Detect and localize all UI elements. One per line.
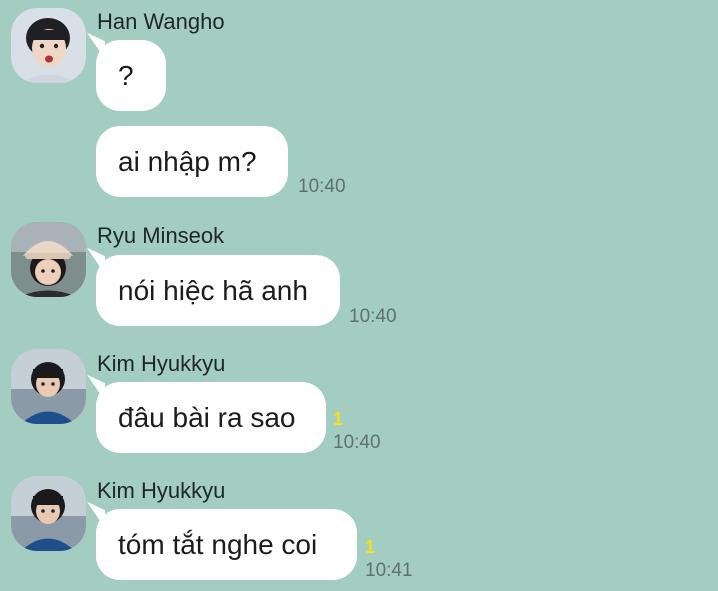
person-avatar-icon bbox=[11, 8, 86, 83]
message-bubble[interactable]: tóm tắt nghe coi bbox=[96, 509, 357, 580]
avatar-kim-hyukkyu[interactable] bbox=[11, 476, 86, 551]
message-bubble[interactable]: ai nhập m? bbox=[96, 126, 288, 197]
avatar-kim-hyukkyu[interactable] bbox=[11, 349, 86, 424]
sender-name: Kim Hyukkyu bbox=[97, 351, 226, 376]
message-time: 10:40 bbox=[333, 432, 381, 453]
message-bubble[interactable]: nói hiệc hã anh bbox=[96, 255, 340, 326]
unread-count: 1 bbox=[333, 409, 344, 429]
avatar-han-wangho[interactable] bbox=[11, 8, 86, 83]
message-bubble[interactable]: đâu bài ra sao bbox=[96, 382, 326, 453]
person-avatar-icon bbox=[11, 476, 86, 551]
message-bubble[interactable]: ? bbox=[96, 40, 166, 111]
sender-name: Ryu Minseok bbox=[97, 223, 225, 248]
message-time: 10:40 bbox=[349, 306, 397, 327]
sender-name: Han Wangho bbox=[97, 9, 225, 34]
message-time: 10:40 bbox=[298, 176, 346, 197]
avatar-ryu-minseok[interactable] bbox=[11, 222, 86, 297]
unread-count: 1 bbox=[365, 537, 376, 557]
person-avatar-icon bbox=[11, 222, 86, 297]
person-avatar-icon bbox=[11, 349, 86, 424]
message-time: 10:41 bbox=[365, 560, 413, 581]
sender-name: Kim Hyukkyu bbox=[97, 478, 226, 503]
